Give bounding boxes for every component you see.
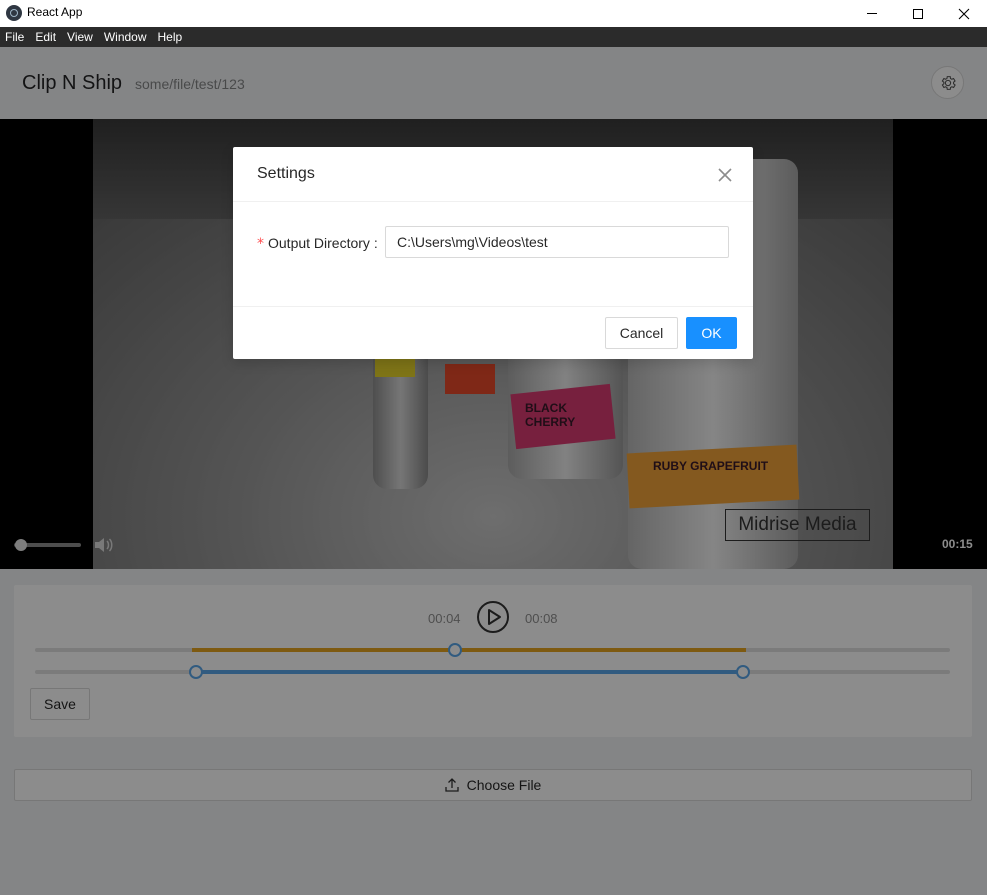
maximize-button[interactable] bbox=[895, 0, 941, 27]
required-mark: * bbox=[257, 236, 264, 252]
output-directory-label: * Output Directory : bbox=[257, 235, 378, 252]
menu-view[interactable]: View bbox=[62, 27, 99, 47]
close-icon[interactable] bbox=[715, 165, 735, 185]
output-directory-input[interactable] bbox=[385, 226, 729, 258]
ok-button[interactable]: OK bbox=[686, 317, 737, 349]
close-window-button[interactable] bbox=[941, 0, 987, 27]
menu-file[interactable]: File bbox=[0, 27, 30, 47]
modal-footer: Cancel OK bbox=[233, 306, 753, 359]
maximize-icon bbox=[913, 8, 923, 19]
minimize-button[interactable] bbox=[849, 0, 895, 27]
modal-header: Settings bbox=[233, 147, 753, 202]
output-directory-text: Output Directory bbox=[268, 235, 370, 251]
settings-modal: Settings *Output Directory : Cancel OK bbox=[233, 147, 753, 359]
menu-window[interactable]: Window bbox=[99, 27, 153, 47]
window-title: React App bbox=[27, 5, 83, 19]
menu-bar: File Edit View Window Help bbox=[0, 27, 987, 47]
minimize-icon bbox=[867, 13, 877, 14]
app-icon bbox=[6, 5, 22, 21]
close-icon bbox=[958, 8, 970, 19]
menu-help[interactable]: Help bbox=[153, 27, 189, 47]
cancel-button[interactable]: Cancel bbox=[605, 317, 678, 349]
menu-edit[interactable]: Edit bbox=[30, 27, 62, 47]
modal-title: Settings bbox=[257, 165, 315, 182]
window-titlebar: React App bbox=[0, 0, 987, 27]
